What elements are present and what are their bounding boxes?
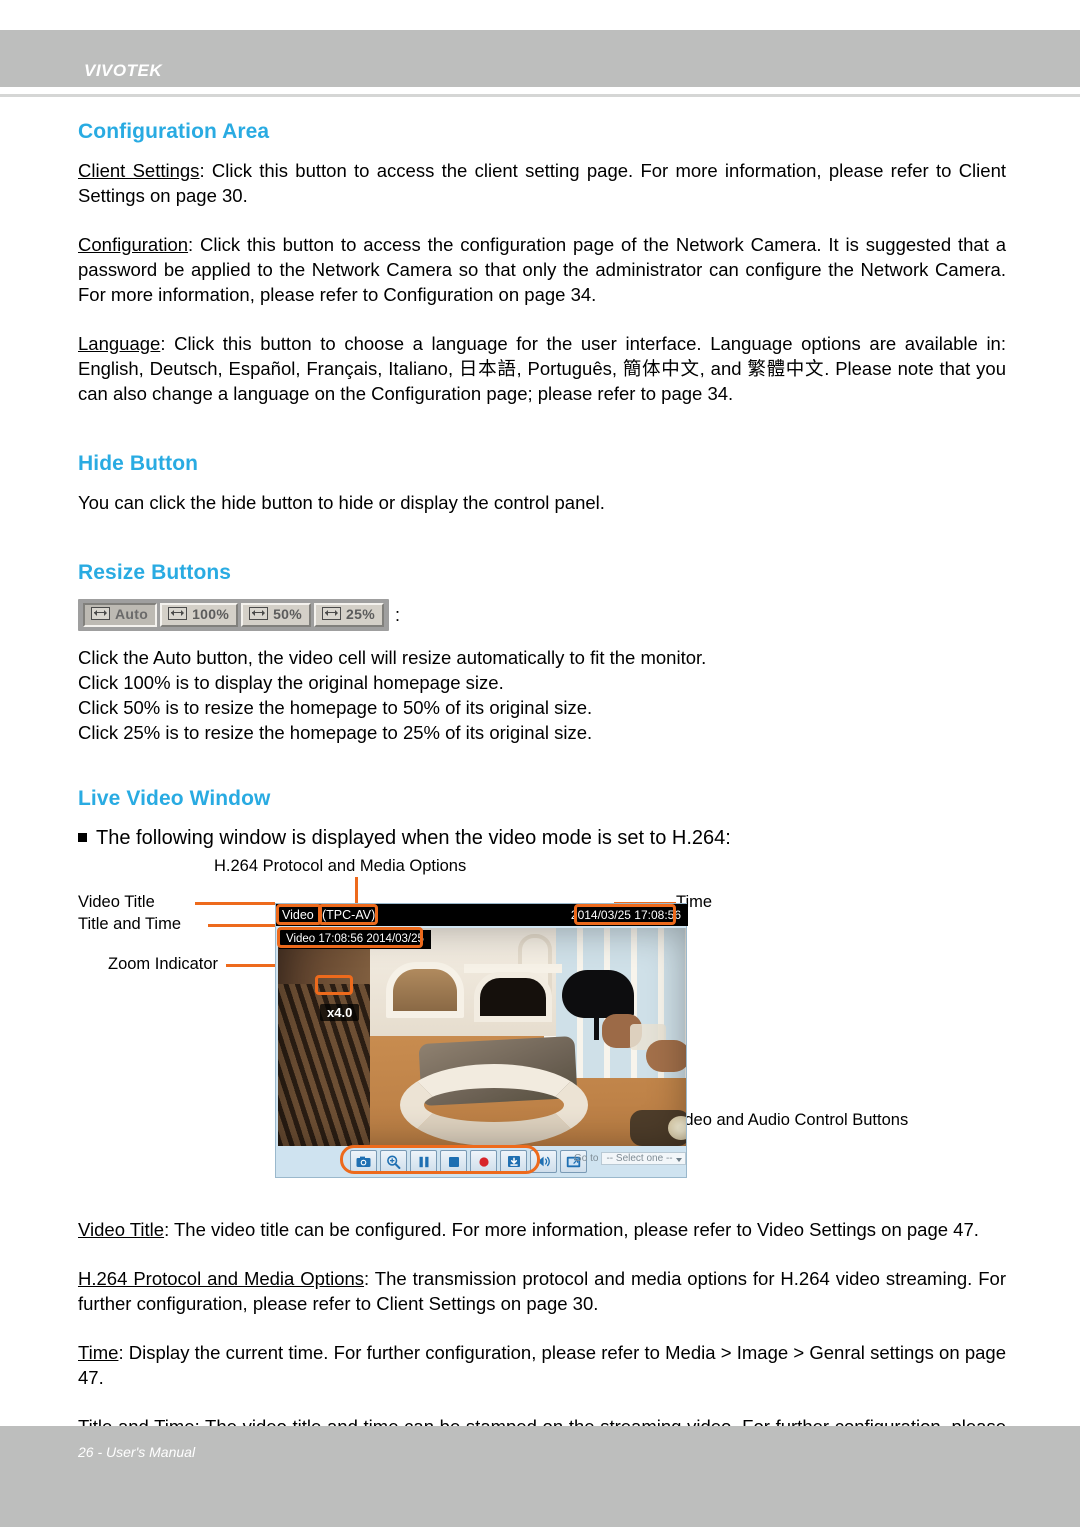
bullet-live-video-window-text: The following window is displayed when t… bbox=[96, 827, 731, 849]
paragraph-client-settings-text: : Click this button to access the client… bbox=[78, 160, 1006, 206]
live-video-window-mock: Video (TPC-AV) 2014/03/25 17:08:56 x4.0 … bbox=[275, 903, 688, 1178]
goto-select[interactable]: -- Select one -- bbox=[601, 1152, 686, 1165]
video-title-bar: Video (TPC-AV) 2014/03/25 17:08:56 bbox=[276, 904, 688, 926]
callout-label-zoom-indicator: Zoom Indicator bbox=[108, 955, 219, 973]
callout-label-video-title: Video Title bbox=[78, 893, 155, 911]
callout-line-video-title bbox=[195, 902, 275, 905]
resize-button-25-label: 25% bbox=[346, 606, 375, 622]
callout-line-title-and-time bbox=[208, 924, 275, 927]
pause-icon bbox=[419, 1156, 428, 1167]
resize-button-100-label: 100% bbox=[192, 606, 230, 622]
square-bullet-icon bbox=[78, 833, 87, 842]
paragraph-language-text: : Click this button to choose a language… bbox=[78, 333, 1006, 404]
video-time-text: 2014/03/25 17:08:56 bbox=[570, 908, 681, 922]
heading-resize-buttons: Resize Buttons bbox=[78, 561, 232, 584]
resize-line-100: Click 100% is to display the original ho… bbox=[78, 672, 504, 693]
stop-icon bbox=[448, 1156, 459, 1167]
goto-label: Go to bbox=[574, 1153, 599, 1164]
callout-label-controls: Video and Audio Control Buttons bbox=[670, 1111, 909, 1129]
live-video-window-diagram: H.264 Protocol and Media Options Video T… bbox=[78, 857, 1006, 1187]
volume-button[interactable] bbox=[530, 1150, 557, 1173]
save-media-button[interactable] bbox=[500, 1150, 527, 1173]
footer-page-label: 26 - User's Manual bbox=[78, 1444, 196, 1460]
paragraph-configuration-text: : Click this button to access the config… bbox=[78, 234, 1006, 305]
paragraph-language: Language: Click this button to choose a … bbox=[78, 331, 1006, 406]
resize-arrows-icon bbox=[322, 607, 342, 620]
paragraph-h264-protocol: H.264 Protocol and Media Options: The tr… bbox=[78, 1266, 1006, 1316]
zoom-indicator-badge: x4.0 bbox=[320, 1004, 360, 1021]
volume-icon bbox=[537, 1156, 550, 1167]
snapshot-button[interactable] bbox=[350, 1150, 377, 1173]
resize-button-50[interactable]: 50% bbox=[241, 603, 312, 627]
callout-line-protocol bbox=[355, 877, 358, 903]
resize-figure-colon: : bbox=[394, 604, 400, 625]
digital-zoom-icon bbox=[387, 1154, 401, 1169]
resize-button-auto-label: Auto bbox=[115, 606, 149, 622]
heading-hide-button: Hide Button bbox=[78, 452, 199, 475]
digital-zoom-button[interactable] bbox=[380, 1150, 407, 1173]
term-time: Time bbox=[78, 1342, 119, 1363]
goto-preset-control[interactable]: Go to -- Select one -- bbox=[574, 1152, 686, 1165]
resize-button-25[interactable]: 25% bbox=[314, 603, 384, 627]
paragraph-video-title: Video Title: The video title can be conf… bbox=[78, 1217, 1006, 1242]
page-footer-bar bbox=[0, 1426, 1080, 1527]
paragraph-video-title-text: : The video title can be configured. For… bbox=[164, 1219, 979, 1240]
resize-button-100[interactable]: 100% bbox=[160, 603, 239, 627]
resize-arrows-icon bbox=[168, 607, 188, 620]
save-media-icon bbox=[507, 1156, 520, 1167]
record-button[interactable] bbox=[470, 1150, 497, 1173]
resize-arrows-icon bbox=[249, 607, 269, 620]
record-icon bbox=[478, 1156, 489, 1167]
callout-label-protocol: H.264 Protocol and Media Options bbox=[214, 857, 467, 875]
resize-line-auto: Click the Auto button, the video cell wi… bbox=[78, 647, 707, 668]
snapshot-icon bbox=[356, 1156, 371, 1167]
living-room-scene-image bbox=[278, 928, 686, 1146]
term-language: Language bbox=[78, 333, 161, 354]
video-audio-control-buttons bbox=[350, 1150, 587, 1173]
callout-label-title-and-time: Title and Time bbox=[78, 915, 182, 933]
video-control-bar: Go to -- Select one -- bbox=[278, 1148, 686, 1177]
video-stage: x4.0 bbox=[278, 928, 686, 1146]
term-video-title: Video Title bbox=[78, 1219, 165, 1240]
resize-line-50: Click 50% is to resize the homepage to 5… bbox=[78, 697, 593, 718]
paragraph-time: Time: Display the current time. For furt… bbox=[78, 1340, 1006, 1390]
resize-button-strip: Auto 100% 50% 25% bbox=[78, 599, 389, 631]
resize-button-50-label: 50% bbox=[273, 606, 303, 622]
stop-button[interactable] bbox=[440, 1150, 467, 1173]
resize-line-25: Click 25% is to resize the homepage to 2… bbox=[78, 722, 593, 743]
page-content: Configuration Area Client Settings: Clic… bbox=[78, 120, 1006, 1488]
header-divider bbox=[0, 94, 1080, 97]
term-client-settings: Client Settings bbox=[78, 160, 200, 181]
resize-buttons-figure: Auto 100% 50% 25% : bbox=[78, 599, 1006, 631]
pause-button[interactable] bbox=[410, 1150, 437, 1173]
bullet-live-video-window: The following window is displayed when t… bbox=[78, 825, 1006, 851]
paragraph-time-text: : Display the current time. For further … bbox=[78, 1342, 1006, 1388]
resize-button-auto[interactable]: Auto bbox=[83, 603, 158, 627]
protocol-tag-text: (TPC-AV) bbox=[322, 908, 376, 922]
term-configuration: Configuration bbox=[78, 234, 189, 255]
heading-live-video-window: Live Video Window bbox=[78, 787, 271, 810]
paragraph-hide-button: You can click the hide button to hide or… bbox=[78, 492, 605, 513]
heading-configuration-area: Configuration Area bbox=[78, 120, 270, 143]
term-h264-protocol: H.264 Protocol and Media Options bbox=[78, 1268, 365, 1289]
paragraph-configuration: Configuration: Click this button to acce… bbox=[78, 232, 1006, 307]
resize-arrows-icon bbox=[91, 607, 110, 620]
vivotek-logo: VIVOTEK bbox=[84, 61, 163, 80]
title-and-time-stamp: Video 17:08:56 2014/03/25 bbox=[279, 930, 431, 949]
paragraph-client-settings: Client Settings: Click this button to ac… bbox=[78, 158, 1006, 208]
video-title-text: Video bbox=[282, 908, 314, 922]
